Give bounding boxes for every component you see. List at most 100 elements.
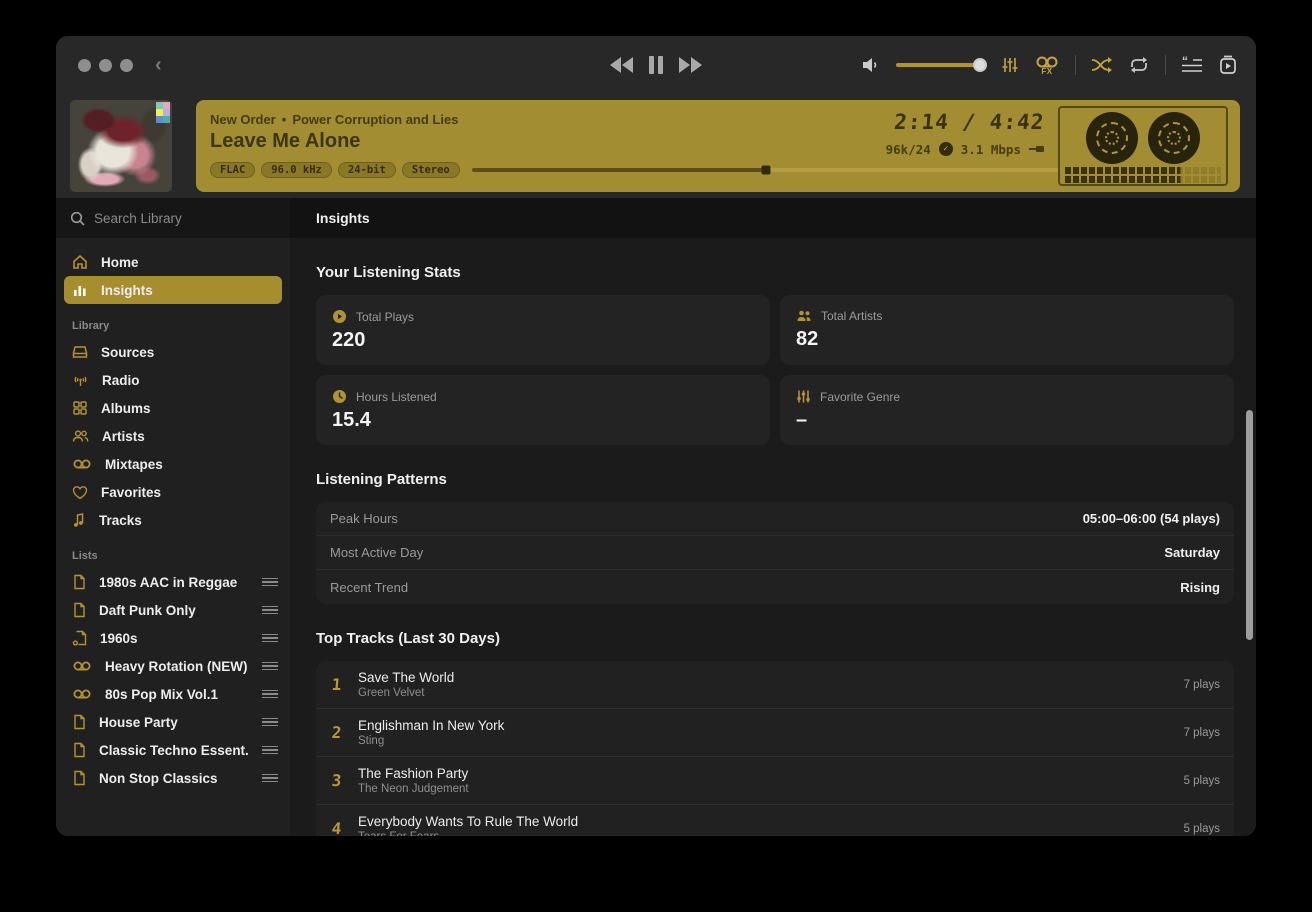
volume-icon[interactable] bbox=[861, 56, 881, 74]
sidebar-list-item[interactable]: House Party bbox=[56, 708, 290, 736]
cassette-icon bbox=[72, 457, 92, 471]
sidebar-item-albums[interactable]: Albums bbox=[56, 394, 290, 422]
track-title: The Fashion Party bbox=[358, 766, 1170, 781]
track-rank: 2 bbox=[329, 723, 345, 742]
volume-knob[interactable] bbox=[973, 58, 987, 72]
cassette-visualizer bbox=[1058, 106, 1228, 186]
fx-cassette-icon[interactable]: FX bbox=[1034, 55, 1060, 76]
sidebar-item-insights[interactable]: Insights bbox=[64, 276, 282, 304]
track-rank: 4 bbox=[329, 819, 345, 836]
clock-icon bbox=[332, 389, 347, 404]
main-content: Insights Your Listening Stats Total Play… bbox=[290, 198, 1256, 836]
artist-name[interactable]: New Order bbox=[210, 112, 276, 127]
track-rank: 1 bbox=[329, 675, 345, 694]
fast-forward-button[interactable] bbox=[679, 57, 702, 73]
drag-handle-icon[interactable] bbox=[262, 662, 278, 671]
sidebar-list-item[interactable]: 1980s AAC in Reggae bbox=[56, 568, 290, 596]
minimize-window-button[interactable] bbox=[99, 59, 112, 72]
stat-card-total-plays: Total Plays 220 bbox=[316, 295, 770, 365]
sidebar-item-mixtapes[interactable]: Mixtapes bbox=[56, 450, 290, 478]
close-window-button[interactable] bbox=[78, 59, 91, 72]
track-artist: The Neon Judgement bbox=[358, 783, 1170, 795]
cassette-reel-left bbox=[1086, 112, 1138, 164]
bitrate-readout: 3.1 Mbps bbox=[961, 142, 1021, 157]
search-input[interactable]: Search Library bbox=[56, 198, 290, 238]
sidebar-item-radio[interactable]: Radio bbox=[56, 366, 290, 394]
faders-icon bbox=[796, 389, 811, 404]
pattern-row: Most Active Day Saturday bbox=[316, 536, 1234, 570]
drag-handle-icon[interactable] bbox=[262, 718, 278, 727]
rewind-button[interactable] bbox=[610, 57, 633, 73]
sidebar-list-item[interactable]: 80s Pop Mix Vol.1 bbox=[56, 680, 290, 708]
cassette-reel-right bbox=[1148, 112, 1200, 164]
divider bbox=[1165, 55, 1166, 75]
playlist-file-icon bbox=[72, 742, 86, 758]
now-playing-banner: New Order•Power Corruption and Lies Leav… bbox=[196, 100, 1240, 192]
drag-handle-icon[interactable] bbox=[262, 634, 278, 643]
drive-icon bbox=[72, 344, 88, 360]
lists-section-label: Lists bbox=[56, 534, 290, 568]
pause-button[interactable] bbox=[649, 56, 663, 74]
sidebar: Search Library Home Insights Library Sou… bbox=[56, 198, 290, 836]
playlist-file-icon bbox=[72, 714, 86, 730]
track-row[interactable]: 3 The Fashion PartyThe Neon Judgement 5 … bbox=[316, 757, 1234, 805]
page-title: Insights bbox=[290, 198, 1256, 238]
playlist-file-icon bbox=[72, 574, 86, 590]
cassette-level-meter bbox=[1065, 167, 1221, 183]
track-row[interactable]: 1 Save The WorldGreen Velvet 7 plays bbox=[316, 661, 1234, 709]
stat-value: 220 bbox=[332, 329, 754, 352]
stat-card-total-artists: Total Artists 82 bbox=[780, 295, 1234, 365]
stat-value: 82 bbox=[796, 328, 1218, 351]
patterns-section-title: Listening Patterns bbox=[316, 471, 1234, 488]
equalizer-icon[interactable] bbox=[1001, 56, 1019, 74]
sidebar-item-home[interactable]: Home bbox=[64, 248, 282, 276]
people-icon bbox=[796, 309, 812, 323]
sidebar-item-favorites[interactable]: Favorites bbox=[56, 478, 290, 506]
track-artist: Green Velvet bbox=[358, 687, 1170, 699]
quality-readout: 96k/24 bbox=[886, 142, 931, 157]
sidebar-item-label: Insights bbox=[101, 283, 153, 298]
drag-handle-icon[interactable] bbox=[262, 746, 278, 755]
track-plays: 7 plays bbox=[1184, 727, 1220, 739]
antenna-icon bbox=[72, 372, 89, 388]
stat-value: 15.4 bbox=[332, 409, 754, 432]
drag-handle-icon[interactable] bbox=[262, 578, 278, 587]
track-plays: 7 plays bbox=[1184, 679, 1220, 691]
sidebar-item-tracks[interactable]: Tracks bbox=[56, 506, 290, 534]
track-row[interactable]: 4 Everybody Wants To Rule The WorldTears… bbox=[316, 805, 1234, 836]
track-row[interactable]: 2 Englishman In New YorkSting 7 plays bbox=[316, 709, 1234, 757]
drag-handle-icon[interactable] bbox=[262, 690, 278, 699]
cassette-icon bbox=[72, 687, 92, 701]
scrollbar[interactable] bbox=[1246, 410, 1253, 640]
window-controls[interactable] bbox=[78, 59, 133, 72]
drag-handle-icon[interactable] bbox=[262, 606, 278, 615]
album-art[interactable] bbox=[70, 100, 172, 192]
sidebar-list-item[interactable]: Non Stop Classics bbox=[56, 764, 290, 792]
track-title: Englishman In New York bbox=[358, 718, 1170, 733]
back-icon[interactable]: ‹ bbox=[155, 55, 162, 75]
seek-knob[interactable] bbox=[762, 165, 771, 174]
sidebar-item-artists[interactable]: Artists bbox=[56, 422, 290, 450]
play-queue-icon[interactable] bbox=[1218, 55, 1238, 75]
listening-patterns-panel: Peak Hours 05:00–06:00 (54 plays) Most A… bbox=[316, 502, 1234, 604]
repeat-icon[interactable] bbox=[1128, 56, 1150, 74]
volume-slider[interactable] bbox=[896, 63, 986, 67]
sidebar-list-item[interactable]: Classic Techno Essent... bbox=[56, 736, 290, 764]
playlist-file-icon bbox=[72, 770, 86, 786]
play-circle-icon bbox=[332, 309, 347, 324]
shuffle-icon[interactable] bbox=[1091, 56, 1113, 74]
now-playing-readout: 2:14 / 4:42 96k/24 ✓ 3.1 Mbps bbox=[886, 110, 1044, 157]
pattern-row: Recent Trend Rising bbox=[316, 570, 1234, 604]
note-icon bbox=[72, 512, 86, 528]
sidebar-item-sources[interactable]: Sources bbox=[56, 338, 290, 366]
sidebar-list-item[interactable]: Daft Punk Only bbox=[56, 596, 290, 624]
album-name[interactable]: Power Corruption and Lies bbox=[292, 112, 458, 127]
zoom-window-button[interactable] bbox=[120, 59, 133, 72]
lyrics-icon[interactable]: “ bbox=[1181, 56, 1203, 74]
seek-bar[interactable] bbox=[472, 168, 1092, 172]
app-window: ‹ FX bbox=[56, 36, 1256, 836]
sidebar-list-item[interactable]: Heavy Rotation (NEW) bbox=[56, 652, 290, 680]
drag-handle-icon[interactable] bbox=[262, 774, 278, 783]
track-artist: Tears For Fears bbox=[358, 831, 1170, 836]
sidebar-list-item[interactable]: 1960s bbox=[56, 624, 290, 652]
